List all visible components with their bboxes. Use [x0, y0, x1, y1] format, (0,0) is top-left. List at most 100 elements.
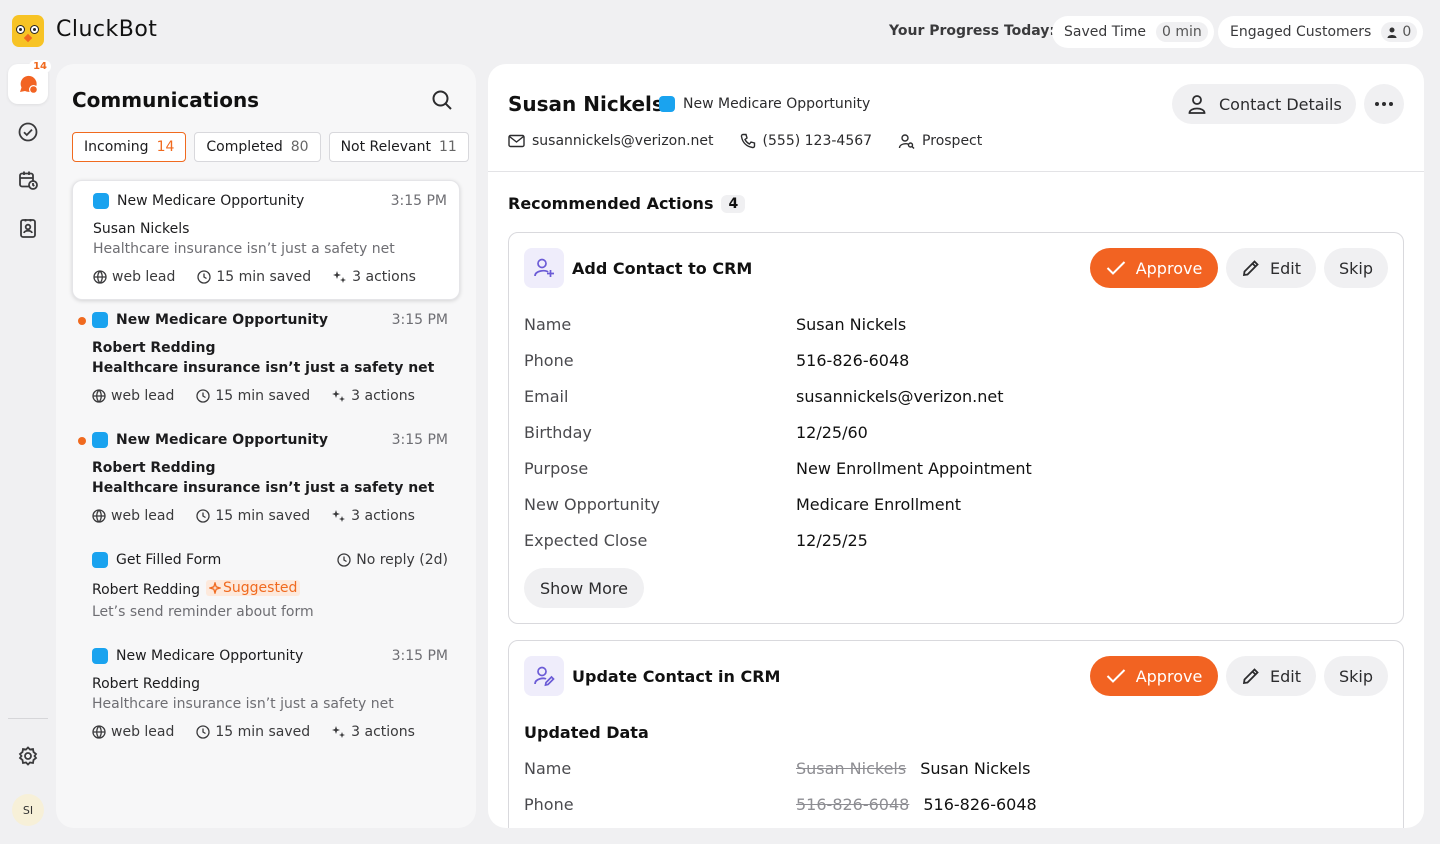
tab-not-relevant[interactable]: Not Relevant 11	[328, 132, 469, 162]
item-time: 3:15 PM	[390, 193, 447, 209]
item-contact-name-wrap: Robert Redding Suggested	[92, 580, 301, 598]
tab-completed[interactable]: Completed 80	[194, 132, 321, 162]
more-horizontal-icon	[1375, 102, 1393, 106]
user-edit-icon	[524, 656, 564, 696]
top-bar: CluckBot Your Progress Today: Saved Time…	[0, 0, 1440, 64]
contact-status: Prospect	[898, 133, 982, 149]
engaged-customers-value: 0	[1402, 24, 1412, 40]
globe-icon	[92, 725, 106, 739]
contact-tag-label: New Medicare Opportunity	[683, 96, 871, 112]
item-actions: 3 actions	[332, 388, 415, 404]
recommended-actions-count: 4	[721, 194, 746, 213]
check-circle-icon	[18, 122, 38, 142]
edit-button[interactable]: Edit	[1226, 656, 1316, 696]
field-label: Email	[524, 387, 569, 406]
item-actions: 3 actions	[332, 508, 415, 524]
update-contact-action-card: Update Contact in CRM Approve Edit Skip …	[508, 640, 1404, 828]
communication-item[interactable]: New Medicare Opportunity 3:15 PM Robert …	[72, 420, 460, 540]
new-value: 516-826-6048	[923, 795, 1037, 814]
item-saved: 15 min saved	[196, 508, 310, 524]
item-meta: web lead 15 min saved 3 actions	[93, 269, 416, 285]
rail-inbox-button[interactable]: 14	[8, 60, 51, 104]
communication-item[interactable]: New Medicare Opportunity 3:15 PM Robert …	[72, 300, 460, 420]
sparkle-icon	[209, 582, 221, 594]
recommended-actions-heading: Recommended Actions 4	[508, 194, 746, 213]
contact-opportunity-tag: New Medicare Opportunity	[659, 96, 870, 112]
rail-contacts-button[interactable]	[8, 208, 48, 248]
item-type: New Medicare Opportunity	[116, 432, 328, 448]
item-message: Healthcare insurance isn’t just a safety…	[92, 360, 435, 376]
new-value: Susan Nickels	[920, 759, 1031, 778]
field-value: susannickels@verizon.net	[796, 387, 1004, 406]
item-saved: 15 min saved	[196, 388, 310, 404]
mail-icon	[508, 134, 525, 148]
user-avatar[interactable]: SI	[12, 794, 44, 826]
sparkle-icon	[333, 271, 347, 283]
communications-panel: Communications Incoming 14 Completed 80 …	[56, 64, 476, 828]
more-options-button[interactable]	[1364, 84, 1404, 124]
updated-data-title: Updated Data	[524, 723, 649, 742]
item-message: Healthcare insurance isn’t just a safety…	[92, 480, 435, 496]
add-contact-action-card: Add Contact to CRM Approve Edit Skip Nam…	[508, 232, 1404, 624]
rail-settings-button[interactable]	[8, 736, 48, 776]
rail-tasks-button[interactable]	[8, 112, 48, 152]
edit-button[interactable]: Edit	[1226, 248, 1316, 288]
item-type: New Medicare Opportunity	[116, 648, 304, 664]
search-button[interactable]	[430, 88, 454, 116]
suggested-badge: Suggested	[206, 580, 301, 596]
field-label: Name	[524, 315, 572, 334]
communication-item[interactable]: Get Filled Form No reply (2d) Robert Red…	[72, 540, 460, 636]
approve-button[interactable]: Approve	[1090, 248, 1218, 288]
show-more-button[interactable]: Show More	[524, 568, 644, 608]
clock-icon	[196, 509, 211, 523]
item-status: No reply (2d)	[337, 552, 448, 568]
approve-button[interactable]: Approve	[1090, 656, 1218, 696]
item-meta: web lead 15 min saved 3 actions	[92, 508, 415, 524]
item-message: Healthcare insurance isn’t just a safety…	[93, 241, 395, 257]
item-contact-name: Robert Redding	[92, 582, 200, 598]
sparkle-icon	[332, 390, 346, 402]
clock-icon	[197, 270, 212, 284]
engaged-customers-pill: Engaged Customers 0	[1218, 16, 1424, 48]
clock-icon	[196, 725, 211, 739]
skip-button[interactable]: Skip	[1324, 248, 1388, 288]
saved-time-pill: Saved Time 0 min	[1052, 16, 1214, 48]
search-icon	[432, 90, 452, 110]
contact-email[interactable]: susannickels@verizon.net	[508, 133, 714, 149]
communication-item[interactable]: New Medicare Opportunity 3:15 PM Susan N…	[72, 180, 460, 300]
contact-card-icon	[20, 219, 36, 238]
tab-incoming[interactable]: Incoming 14	[72, 132, 187, 162]
contact-info-row: susannickels@verizon.net (555) 123-4567 …	[508, 133, 982, 149]
check-icon	[1106, 669, 1125, 683]
item-type: New Medicare Opportunity	[116, 312, 328, 328]
old-value: 516-826-6048	[796, 795, 910, 814]
unread-dot	[78, 437, 86, 445]
communications-tabs: Incoming 14 Completed 80 Not Relevant 11	[72, 132, 469, 162]
contact-phone[interactable]: (555) 123-4567	[740, 133, 872, 149]
item-time: 3:15 PM	[391, 432, 448, 448]
field-value: 12/25/60	[796, 423, 868, 442]
skip-button[interactable]: Skip	[1324, 656, 1388, 696]
item-type: New Medicare Opportunity	[117, 193, 305, 209]
medicare-tag-icon	[659, 96, 675, 112]
medicare-tag-icon	[93, 193, 109, 209]
item-meta: web lead 15 min saved 3 actions	[92, 724, 415, 740]
field-label: Birthday	[524, 423, 592, 442]
tab-count: 14	[156, 139, 175, 155]
field-value-change: 516-826-6048 516-826-6048	[796, 795, 1037, 814]
old-value: Susan Nickels	[796, 759, 907, 778]
item-contact-name: Robert Redding	[92, 460, 216, 476]
medicare-tag-icon	[92, 312, 108, 328]
user-plus-icon	[524, 248, 564, 288]
field-label: Name	[524, 759, 572, 778]
communication-item[interactable]: New Medicare Opportunity 3:15 PM Robert …	[72, 636, 460, 756]
item-contact-name: Robert Redding	[92, 340, 216, 356]
item-contact-name: Susan Nickels	[93, 221, 190, 237]
item-source: web lead	[93, 269, 175, 285]
field-label: Expected Close	[524, 531, 648, 550]
tab-label: Not Relevant	[340, 139, 431, 155]
rail-calendar-button[interactable]	[8, 160, 48, 200]
communications-title: Communications	[72, 88, 260, 112]
contact-details-button[interactable]: Contact Details	[1172, 84, 1356, 124]
cluckbot-logo-icon	[12, 15, 44, 47]
